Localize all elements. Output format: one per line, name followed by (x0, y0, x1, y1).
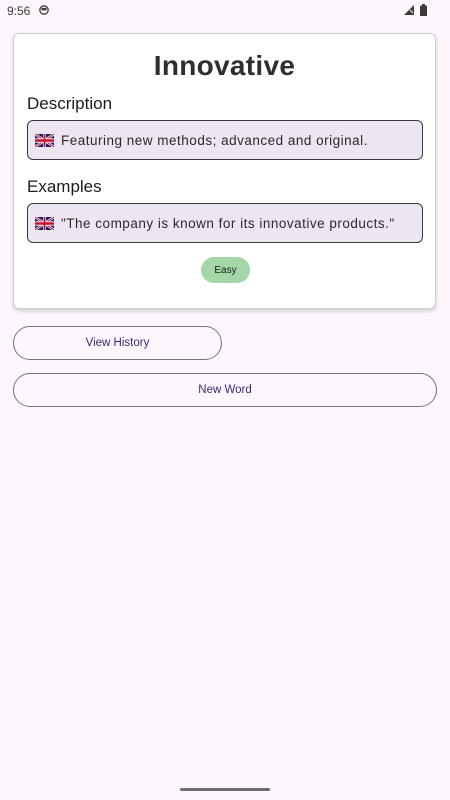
new-word-button[interactable]: New Word (13, 373, 437, 407)
app-notification-icon (39, 5, 49, 15)
description-box: Featuring new methods; advanced and orig… (27, 120, 423, 160)
description-text: Featuring new methods; advanced and orig… (61, 132, 368, 148)
description-heading: Description (27, 94, 113, 113)
word-title: Innovative (153, 50, 296, 81)
home-indicator[interactable] (180, 788, 270, 791)
view-history-button[interactable]: View History (13, 326, 222, 360)
examples-heading: Examples (27, 177, 102, 196)
word-card: Innovative Description Featuring new met… (13, 33, 436, 309)
example-text: "The company is known for its innovative… (61, 215, 395, 231)
uk-flag-icon (35, 133, 54, 147)
example-box: "The company is known for its innovative… (27, 203, 423, 243)
status-time: 9:56 (7, 4, 31, 18)
signal-icon (404, 5, 414, 15)
uk-flag-icon (35, 216, 54, 230)
status-bar: 9:56 (0, 0, 450, 24)
battery-icon (420, 4, 427, 16)
difficulty-chip[interactable]: Easy (201, 257, 250, 283)
